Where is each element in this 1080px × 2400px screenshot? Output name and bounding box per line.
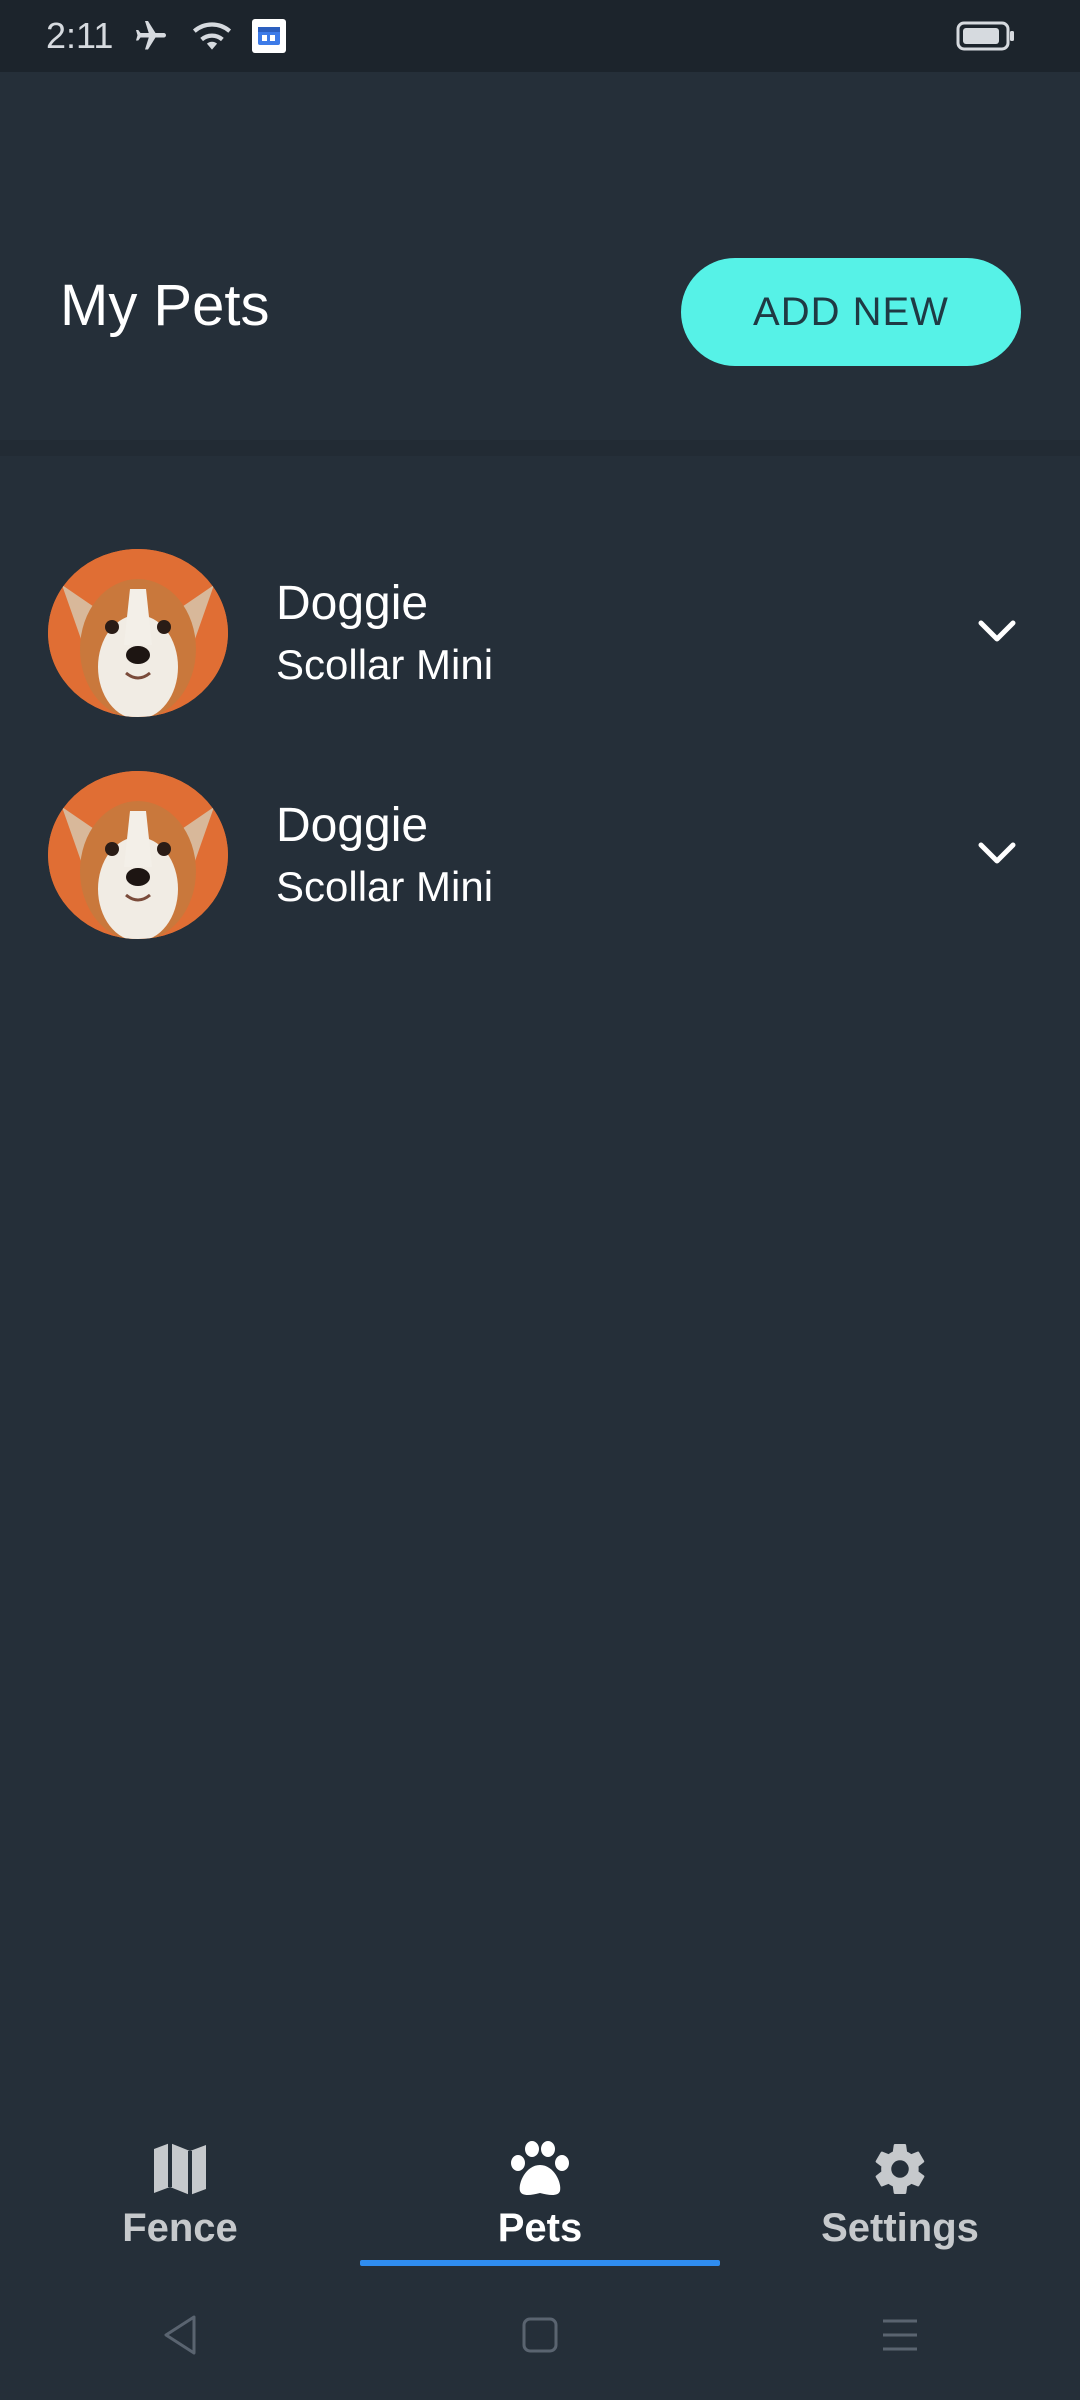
gear-icon [870,2136,930,2202]
tab-label: Settings [821,2206,979,2250]
pet-avatar [48,771,228,939]
pet-name: Doggie [276,577,429,630]
calendar-app-icon [251,18,287,54]
status-bar: 2:11 [0,0,1080,72]
pet-list-item[interactable]: Doggie Scollar Mini [0,520,1080,742]
add-new-button[interactable]: ADD NEW [681,258,1021,366]
header: My Pets ADD NEW [0,72,1080,454]
chevron-down-icon[interactable] [972,612,1022,652]
status-time: 2:11 [46,15,114,56]
tab-label: Pets [497,2206,583,2250]
pets-screen: 2:11 My Pets ADD NEW Doggie Scollar Mini… [0,0,1080,2400]
tab-fence[interactable]: Fence [0,2120,360,2270]
back-icon[interactable] [0,2313,360,2357]
wifi-icon [191,19,233,53]
chevron-down-icon[interactable] [972,834,1022,874]
header-divider [0,440,1080,456]
pet-device: Scollar Mini [276,863,494,910]
pet-name: Doggie [276,799,429,852]
pet-list-item[interactable]: Doggie Scollar Mini [0,742,1080,964]
airplane-icon [129,18,173,54]
home-icon[interactable] [360,2315,720,2355]
pet-device: Scollar Mini [276,641,494,688]
battery-icon [956,20,1016,52]
status-right [956,20,1034,52]
active-tab-indicator [360,2260,720,2266]
recents-icon[interactable] [720,2317,1080,2353]
tab-settings[interactable]: Settings [720,2120,1080,2270]
system-nav [0,2270,1080,2400]
tab-label: Fence [122,2206,238,2250]
pet-avatar [48,549,228,717]
pet-list: Doggie Scollar Mini Doggie Scollar Mini [0,520,1080,964]
paw-icon [508,2136,572,2202]
bottom-nav: Fence Pets Settings [0,2120,1080,2270]
page-title: My Pets [60,273,270,338]
tab-pets[interactable]: Pets [360,2120,720,2270]
map-icon [150,2136,210,2202]
